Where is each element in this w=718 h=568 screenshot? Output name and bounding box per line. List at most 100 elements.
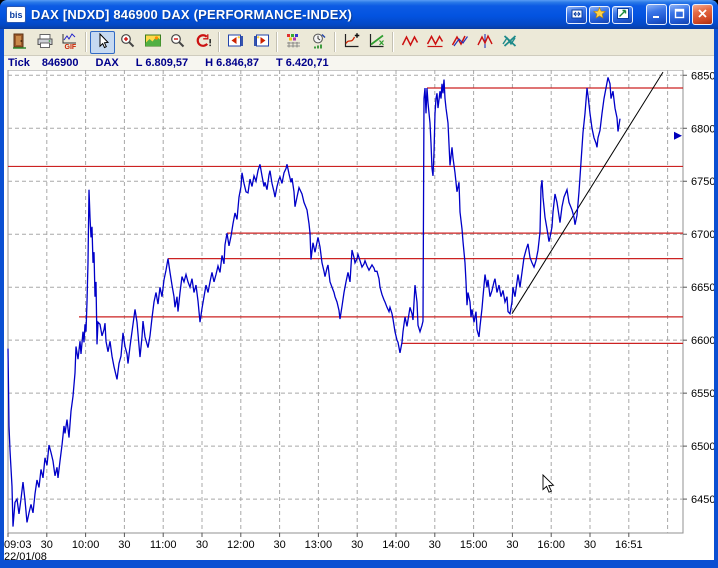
reload-button[interactable] bbox=[190, 31, 215, 54]
green-arrow-icon bbox=[616, 7, 629, 22]
reload-icon bbox=[193, 32, 213, 53]
x-axis-label: 10:00 bbox=[72, 539, 100, 551]
scroll-left-icon bbox=[226, 32, 246, 53]
x-axis-label: 30 bbox=[273, 539, 285, 551]
export-gif-icon: GIF bbox=[60, 32, 80, 53]
zigzag-icon bbox=[400, 32, 420, 53]
zigzag-vertical-button[interactable] bbox=[472, 31, 497, 54]
window-link-button[interactable] bbox=[566, 5, 587, 24]
svg-text:GIF: GIF bbox=[64, 44, 76, 50]
minimize-button[interactable] bbox=[646, 4, 667, 25]
toolbar-separator bbox=[276, 32, 278, 52]
x-axis-label: 16:00 bbox=[537, 539, 565, 551]
low-price: T 6.420,71 bbox=[276, 57, 329, 69]
toolbar-separator bbox=[218, 32, 220, 52]
y-axis-label: 6700 bbox=[691, 229, 714, 241]
date-label: 22/01/08 bbox=[4, 551, 47, 560]
y-axis-label: 6850 bbox=[691, 70, 714, 82]
x-axis-label: 15:00 bbox=[460, 539, 488, 551]
zigzag-mixed-icon bbox=[450, 32, 470, 53]
zigzag-mixed-button[interactable] bbox=[447, 31, 472, 54]
zigzag-button[interactable] bbox=[397, 31, 422, 54]
pointer-button[interactable] bbox=[90, 30, 115, 54]
exit-button[interactable] bbox=[7, 31, 32, 54]
x-axis-label: 11:00 bbox=[150, 539, 177, 551]
window-title: DAX [NDXD] 846900 DAX (PERFORMANCE-INDEX… bbox=[31, 7, 352, 22]
print-icon bbox=[35, 32, 55, 53]
exit-icon bbox=[10, 32, 30, 53]
toolbar-separator bbox=[85, 32, 87, 52]
maximize-button[interactable] bbox=[669, 4, 690, 25]
zoom-out-button[interactable] bbox=[165, 31, 190, 54]
x-axis-label: 30 bbox=[584, 539, 596, 551]
minimize-icon bbox=[651, 7, 662, 22]
export-gif-button[interactable]: GIF bbox=[57, 31, 82, 54]
x-axis-label: 30 bbox=[118, 539, 130, 551]
chart-view-button[interactable] bbox=[140, 31, 165, 54]
trend-erase-button[interactable] bbox=[364, 31, 389, 54]
zigzag-base-button[interactable] bbox=[422, 31, 447, 54]
x-axis-label: 14:00 bbox=[382, 539, 410, 551]
zoom-out-icon bbox=[168, 32, 188, 53]
y-axis-label: 6550 bbox=[691, 388, 714, 400]
toolbar-separator bbox=[334, 32, 336, 52]
zigzag-base-icon bbox=[425, 32, 445, 53]
instrument-id: 846900 bbox=[41, 57, 79, 69]
zigzag-delete-icon bbox=[500, 32, 520, 53]
chart-view-icon bbox=[143, 32, 163, 53]
zigzag-delete-button[interactable] bbox=[497, 31, 522, 54]
last-price: L 6.809,57 bbox=[135, 57, 189, 69]
x-axis-label: 30 bbox=[506, 539, 518, 551]
high-price: H 6.846,87 bbox=[205, 57, 259, 69]
x-axis-label: 12:00 bbox=[227, 539, 255, 551]
y-axis-label: 6450 bbox=[691, 494, 714, 506]
title-bar[interactable]: bis DAX [NDXD] 846900 DAX (PERFORMANCE-I… bbox=[0, 0, 718, 29]
x-axis-label: 13:00 bbox=[305, 539, 333, 551]
zigzag-vertical-icon bbox=[475, 32, 495, 53]
favorites-button[interactable] bbox=[589, 5, 610, 24]
x-axis-label: 09:03 bbox=[4, 539, 32, 551]
app-icon: bis bbox=[6, 6, 26, 23]
x-axis-label: 30 bbox=[351, 539, 363, 551]
time-settings-button[interactable] bbox=[306, 31, 331, 54]
close-icon bbox=[697, 7, 708, 22]
plot-border bbox=[7, 69, 684, 534]
maximize-icon bbox=[674, 7, 685, 22]
chart-canvas[interactable]: 6450 6500 6550 6600 6650 6700 6750 6800 6850 09:0… bbox=[4, 69, 715, 563]
scroll-right-button[interactable] bbox=[248, 31, 273, 54]
print-button[interactable] bbox=[32, 31, 57, 54]
trend-erase-icon bbox=[367, 32, 387, 53]
scroll-left-button[interactable] bbox=[223, 31, 248, 54]
chart-style-button[interactable] bbox=[281, 31, 306, 54]
x-axis-label: 30 bbox=[41, 539, 53, 551]
y-axis-label: 6750 bbox=[691, 176, 714, 188]
y-axis-label: 6650 bbox=[691, 282, 714, 294]
chart-area: 6450 6500 6550 6600 6650 6700 6750 6800 6850 09:0… bbox=[4, 69, 715, 563]
app-icon-text: bis bbox=[9, 9, 23, 20]
crosshair-icon bbox=[342, 32, 362, 53]
annotate-button[interactable] bbox=[612, 5, 633, 24]
status-bar: Tick 846900 DAX L 6.809,57 H 6.846,87 T 6.420… bbox=[4, 56, 714, 70]
y-axis-label: 6600 bbox=[691, 335, 714, 347]
x-axis-label: 30 bbox=[196, 539, 208, 551]
scroll-right-icon bbox=[251, 32, 271, 53]
crosshair-button[interactable] bbox=[339, 31, 364, 54]
star-icon bbox=[593, 6, 606, 22]
instrument-symbol: DAX bbox=[95, 57, 119, 69]
chart-style-icon bbox=[284, 32, 304, 53]
x-axis-label: 30 bbox=[429, 539, 441, 551]
titlebar-buttons bbox=[566, 4, 713, 25]
application-window: bis DAX [NDXD] 846900 DAX (PERFORMANCE-I… bbox=[0, 0, 718, 568]
zoom-in-button[interactable] bbox=[115, 31, 140, 54]
zoom-in-icon bbox=[118, 32, 138, 53]
y-axis-label: 6500 bbox=[691, 441, 714, 453]
y-axis-label: 6800 bbox=[691, 123, 714, 135]
pointer-icon bbox=[93, 32, 113, 53]
close-button[interactable] bbox=[692, 4, 713, 25]
window-link-icon bbox=[571, 7, 583, 22]
toolbar: GIF bbox=[4, 29, 714, 56]
time-settings-icon bbox=[309, 32, 329, 53]
interval-label: Tick bbox=[8, 57, 30, 69]
toolbar-separator bbox=[392, 32, 394, 52]
x-axis-label: 16:51 bbox=[615, 539, 643, 551]
